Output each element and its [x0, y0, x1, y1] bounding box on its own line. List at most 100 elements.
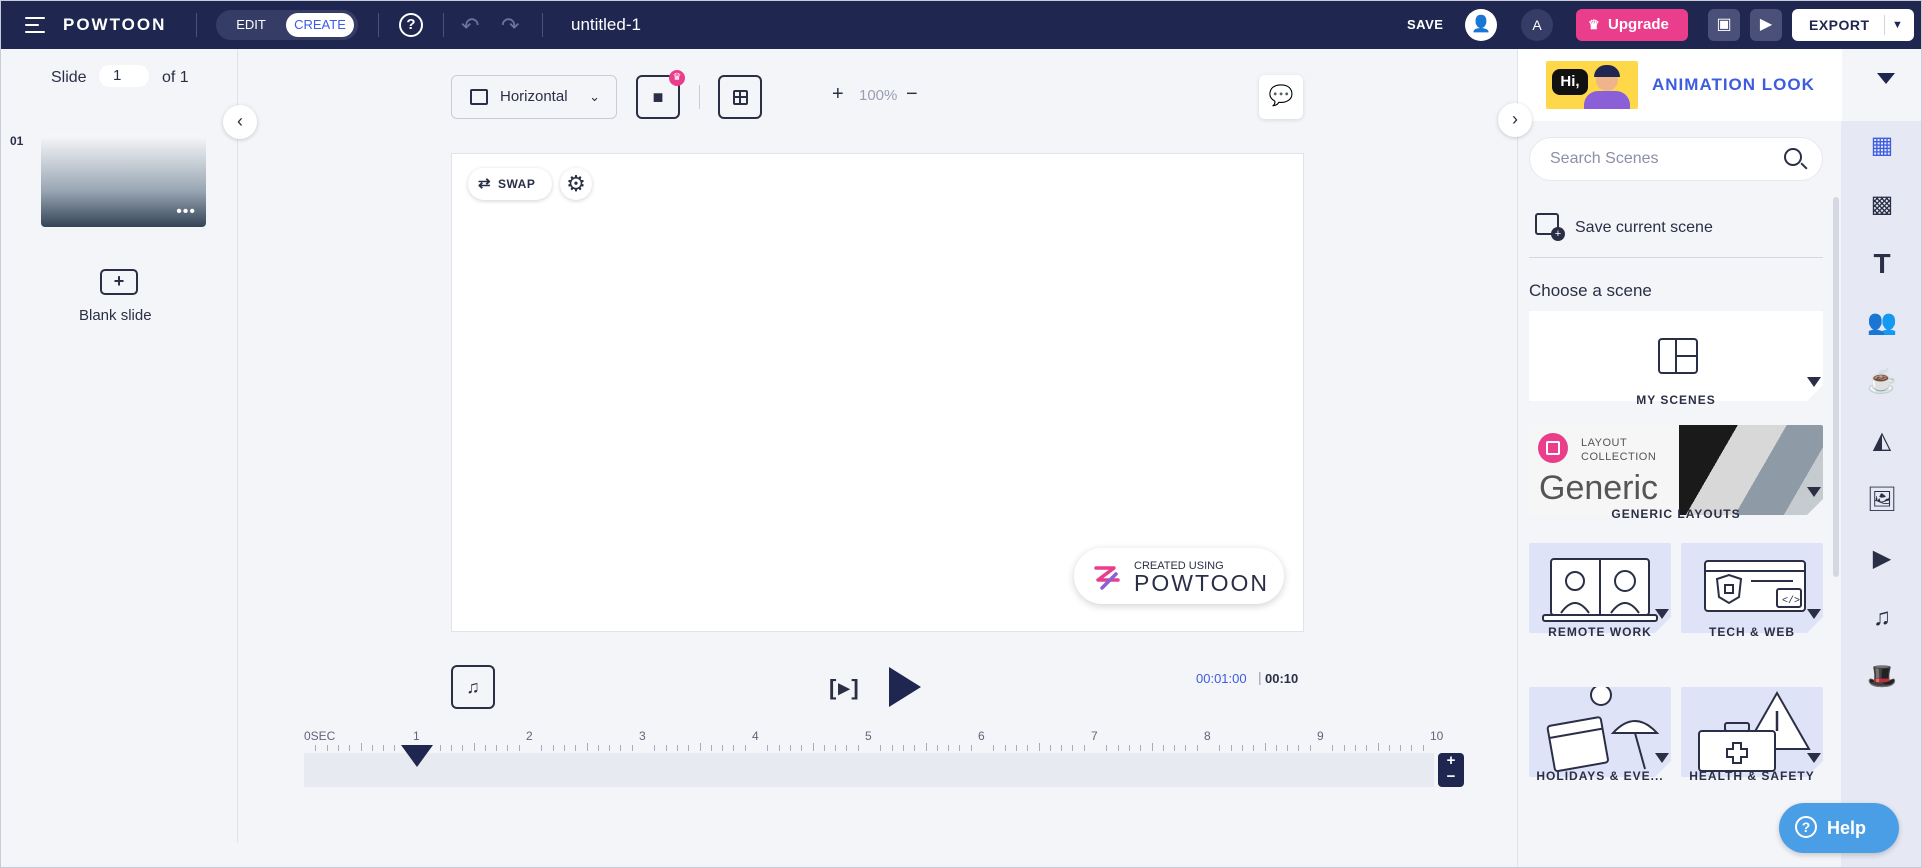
- caret-down-icon[interactable]: [1807, 753, 1821, 763]
- scene-card-holidays-events[interactable]: HOLIDAYS & EVE...: [1529, 687, 1671, 789]
- timeline-tick-mark: [688, 745, 690, 751]
- timeline-tick-mark: [959, 745, 961, 751]
- scene-card-remote-work[interactable]: REMOTE WORK: [1529, 543, 1671, 645]
- export-button[interactable]: EXPORT ▼: [1792, 9, 1914, 41]
- time-separator: |: [1258, 669, 1262, 685]
- more-options-icon[interactable]: •••: [176, 203, 196, 221]
- current-time: 00:01:00: [1196, 671, 1247, 686]
- add-blank-slide-icon[interactable]: +: [100, 269, 138, 295]
- slide-thumbnail[interactable]: •••: [41, 135, 206, 227]
- timeline-tick-mark: [1128, 745, 1130, 751]
- add-collaborator-icon[interactable]: 👤: [1465, 9, 1497, 41]
- timeline-tick-mark: [631, 745, 633, 751]
- caret-down-icon[interactable]: [1807, 377, 1821, 387]
- animation-look-header[interactable]: Hi, ANIMATION LOOK: [1518, 49, 1842, 121]
- caret-down-icon[interactable]: [1655, 753, 1669, 763]
- add-comment-icon[interactable]: 💬: [1259, 75, 1303, 119]
- timeline-tick-mark: [1230, 745, 1232, 751]
- music-icon[interactable]: ♫: [1861, 597, 1903, 639]
- zoom-out-icon[interactable]: −: [906, 83, 918, 106]
- powtoon-logo[interactable]: POWTOON: [63, 15, 166, 35]
- scene-card-tech-web[interactable]: </> TECH & WEB: [1681, 543, 1823, 645]
- timeline-tick-mark: [654, 745, 656, 751]
- layout-icon[interactable]: ▦: [1861, 125, 1903, 167]
- timeline-tick-mark: [360, 743, 362, 751]
- create-mode-button[interactable]: CREATE: [286, 13, 354, 37]
- caret-down-icon[interactable]: [1807, 609, 1821, 619]
- scene-card-health-safety[interactable]: HEALTH & SAFETY: [1681, 687, 1823, 789]
- timeline-zoom-control[interactable]: + −: [1438, 753, 1464, 787]
- divider: [378, 13, 379, 37]
- search-scenes: [1529, 137, 1823, 181]
- play-icon[interactable]: [885, 665, 925, 709]
- timeline-tick-mark: [744, 745, 746, 751]
- timeline-tick-mark: [880, 745, 882, 751]
- slide-number-input[interactable]: 1: [99, 65, 149, 87]
- slides-panel: Slide 1 of 1 01 ••• + Blank slide: [1, 49, 238, 843]
- hamburger-menu-icon[interactable]: [25, 17, 45, 33]
- video-icon[interactable]: ▶: [1861, 538, 1903, 580]
- timeline-tick-mark: [552, 745, 554, 751]
- grid-toggle-icon[interactable]: [718, 75, 762, 119]
- search-input[interactable]: [1550, 150, 1770, 168]
- scenes-scrollbar[interactable]: [1833, 197, 1839, 577]
- scene-card-generic-layouts[interactable]: LAYOUT COLLECTION Generic GENERIC LAYOUT…: [1529, 425, 1823, 535]
- undo-icon[interactable]: ↶: [461, 13, 479, 39]
- search-icon[interactable]: [1784, 148, 1802, 166]
- timeline-tick-mark: [507, 745, 509, 751]
- playhead-marker[interactable]: [401, 745, 433, 767]
- magic-hat-icon[interactable]: 🎩: [1861, 656, 1903, 698]
- timeline-tick-label: 5: [865, 729, 872, 743]
- swap-button[interactable]: ⇄ SWAP: [468, 168, 552, 200]
- characters-icon[interactable]: 👥: [1861, 302, 1903, 344]
- timeline-tick-mark: [801, 745, 803, 751]
- timeline-tick-mark: [914, 745, 916, 751]
- timeline-tick-mark: [1140, 745, 1142, 751]
- timeline-tick-mark: [518, 745, 520, 751]
- timeline-tick-label: 3: [639, 729, 646, 743]
- upgrade-button[interactable]: ♛ Upgrade: [1576, 9, 1688, 41]
- help-icon: ?: [1795, 816, 1817, 838]
- timeline-tick-mark: [846, 745, 848, 751]
- help-button[interactable]: ? Help: [1779, 803, 1899, 853]
- aspect-ratio-select[interactable]: Horizontal ⌄: [451, 75, 617, 119]
- collapse-right-panel-icon[interactable]: ›: [1498, 103, 1532, 137]
- chevron-down-icon[interactable]: [1877, 73, 1895, 84]
- save-current-scene-button[interactable]: + Save current scene: [1535, 209, 1825, 249]
- present-icon[interactable]: ▣: [1708, 9, 1740, 41]
- save-button[interactable]: SAVE: [1407, 17, 1443, 32]
- scene-thumbnail: </>: [1681, 543, 1823, 633]
- add-music-icon[interactable]: ♫: [451, 665, 495, 709]
- avatar[interactable]: A: [1521, 9, 1553, 41]
- help-question-icon[interactable]: ?: [399, 13, 423, 37]
- edit-mode-button[interactable]: EDIT: [220, 13, 282, 37]
- text-icon[interactable]: T: [1861, 243, 1903, 285]
- layout-icon: [1658, 338, 1698, 374]
- timeline-track[interactable]: [304, 753, 1434, 787]
- timeline-tick-mark: [1004, 745, 1006, 751]
- preview-from-here-icon[interactable]: [▸]: [829, 675, 861, 701]
- divider: [443, 13, 444, 37]
- timeline-tick-mark: [349, 745, 351, 751]
- zoom-in-icon[interactable]: +: [832, 83, 844, 106]
- pattern-icon[interactable]: ▩: [1861, 184, 1903, 226]
- timeline-tick-mark: [620, 745, 622, 751]
- project-title[interactable]: untitled-1: [571, 15, 641, 35]
- caret-down-icon[interactable]: [1655, 609, 1669, 619]
- image-icon[interactable]: 🖼: [1861, 479, 1903, 521]
- blank-slide-label[interactable]: Blank slide: [79, 307, 152, 324]
- chevron-down-icon[interactable]: ▼: [1892, 9, 1903, 41]
- redo-icon[interactable]: ↷: [501, 13, 519, 39]
- collapse-left-panel-icon[interactable]: ‹: [223, 105, 257, 139]
- slide-canvas[interactable]: ⇄ SWAP ⚙ CREATED USING POWTOON: [451, 153, 1304, 632]
- props-icon[interactable]: ☕: [1861, 361, 1903, 403]
- caret-down-icon[interactable]: [1807, 487, 1821, 497]
- timeline-tick-mark: [1027, 745, 1029, 751]
- timeline-tick-mark: [1049, 745, 1051, 751]
- timeline-tick-mark: [710, 745, 712, 751]
- scene-thumbnail: [1529, 687, 1671, 777]
- shapes-icon[interactable]: ◭: [1861, 420, 1903, 462]
- scene-card-my-scenes[interactable]: MY SCENES: [1529, 311, 1823, 411]
- settings-gear-icon[interactable]: ⚙: [560, 168, 592, 200]
- play-preview-icon[interactable]: ▶: [1750, 9, 1782, 41]
